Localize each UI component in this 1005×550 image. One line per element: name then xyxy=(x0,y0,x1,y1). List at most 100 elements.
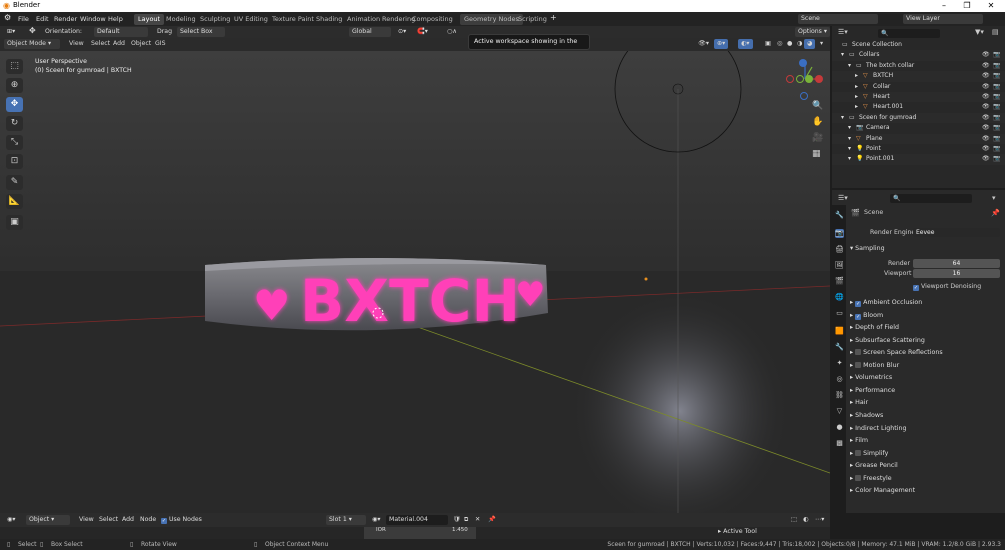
zoom-icon[interactable]: 🔍 xyxy=(812,101,823,111)
shader-add-menu[interactable]: Add xyxy=(119,515,137,525)
section-bloom[interactable]: ▸ ✓ Bloom xyxy=(850,310,1003,322)
section-simplify[interactable]: ▸ Simplify xyxy=(850,448,1003,460)
cursor-tool-icon[interactable]: ⊕ xyxy=(6,78,23,93)
visibility-eye-icon[interactable]: 👁 xyxy=(982,154,990,164)
select-tool-icon[interactable]: ⬚ xyxy=(6,59,23,74)
outliner-row-heart-001[interactable]: ▸ ▽ Heart.001 👁 📷 xyxy=(832,102,1005,112)
rotate-tool-icon[interactable]: ↻ xyxy=(6,116,23,131)
measure-tool-icon[interactable]: 📐 xyxy=(6,194,23,209)
render-toggle-icon[interactable]: 📷 xyxy=(993,144,1000,154)
material-tab-icon[interactable]: ● xyxy=(835,423,844,432)
output-tab-icon[interactable]: 🖨 xyxy=(835,245,844,254)
visibility-eye-icon[interactable]: 👁 xyxy=(982,71,990,81)
maximize-button[interactable]: ❐ xyxy=(956,0,978,12)
filter-icon[interactable]: ▼▾ xyxy=(975,28,984,36)
outliner-row-point-001[interactable]: ▾ 💡 Point.001 👁 📷 xyxy=(832,154,1005,165)
workspace-tab-uv-editing[interactable]: UV Editing xyxy=(230,14,272,25)
section-screen-space-reflections[interactable]: ▸ Screen Space Reflections xyxy=(850,347,1003,359)
render-toggle-icon[interactable]: 📷 xyxy=(993,154,1000,164)
section-depth-of-field[interactable]: ▸ Depth of Field xyxy=(850,322,1003,334)
section-checkbox[interactable] xyxy=(855,449,862,456)
overlay-nodes-icon[interactable]: ◐ xyxy=(800,515,811,525)
gizmo-toggle-icon[interactable]: ⊕▾ xyxy=(714,39,729,49)
pivot-icon[interactable]: ⊙▾ xyxy=(395,27,409,37)
visibility-eye-icon[interactable]: 👁 xyxy=(982,61,990,71)
world-tab-icon[interactable]: 🌐 xyxy=(835,293,844,302)
section-hair[interactable]: ▸ Hair xyxy=(850,397,1003,409)
material-name-field[interactable]: Material.004 xyxy=(386,515,448,525)
section-grease-pencil[interactable]: ▸ Grease Pencil xyxy=(850,460,1003,472)
menu-edit[interactable]: Edit xyxy=(36,15,49,23)
proportional-edit-icon[interactable]: ○∧ xyxy=(444,27,460,37)
render-toggle-icon[interactable]: 📷 xyxy=(993,50,1000,60)
render-toggle-icon[interactable]: 📷 xyxy=(993,82,1000,92)
modifier-tab-icon[interactable]: 🔧 xyxy=(835,343,844,352)
slot-dropdown[interactable]: Slot 1 ▾ xyxy=(326,515,366,525)
expand-toggle-icon[interactable]: ▸ xyxy=(855,71,858,81)
shader-select-menu[interactable]: Select xyxy=(96,515,121,525)
minimize-button[interactable]: – xyxy=(933,0,955,12)
visibility-eye-icon[interactable]: 👁 xyxy=(982,134,990,144)
node-editor-area[interactable]: IOR 1.450 ▸ Active Tool xyxy=(0,527,830,539)
workspace-tab-layout[interactable]: Layout xyxy=(134,14,165,25)
principled-node[interactable]: IOR 1.450 xyxy=(364,527,476,539)
nav-gizmo-y-ball[interactable] xyxy=(805,75,813,83)
outliner-row-heart[interactable]: ▸ ▽ Heart 👁 📷 xyxy=(832,92,1005,103)
visibility-eye-icon[interactable]: 👁 xyxy=(982,102,990,112)
visibility-eye-icon[interactable]: 👁 xyxy=(982,144,990,154)
section-shadows[interactable]: ▸ Shadows xyxy=(850,410,1003,422)
camera-view-icon[interactable]: 🎥 xyxy=(812,133,823,143)
section-freestyle[interactable]: ▸ Freestyle xyxy=(850,473,1003,485)
3d-viewport[interactable]: ♥ BXTCH ♥ User Perspective (0) Sceen for… xyxy=(0,51,830,513)
drag-dropdown[interactable]: Select Box xyxy=(177,27,225,37)
orientation-dropdown[interactable]: Default xyxy=(94,27,148,37)
close-button[interactable]: ✕ xyxy=(980,0,1002,12)
properties-options-icon[interactable]: ▾ xyxy=(992,194,996,202)
section-volumetrics[interactable]: ▸ Volumetrics xyxy=(850,372,1003,384)
physics-tab-icon[interactable]: ◎ xyxy=(835,375,844,384)
visibility-eye-icon[interactable]: 👁 xyxy=(982,82,990,92)
viewport-samples-field[interactable]: 16 xyxy=(913,269,1000,278)
section-checkbox[interactable] xyxy=(855,474,862,481)
shader-type-dropdown[interactable]: Object ▾ xyxy=(26,515,70,525)
texture-tab-icon[interactable]: ▩ xyxy=(835,439,844,448)
rendered-shading-icon[interactable]: ◕ xyxy=(804,39,816,49)
outliner-row-point[interactable]: ▾ 💡 Point 👁 📷 xyxy=(832,144,1005,154)
add-cube-tool-icon[interactable]: ▣ xyxy=(6,215,23,230)
shader-node-menu[interactable]: Node xyxy=(137,515,159,525)
tool-tab-icon[interactable]: 🔧 xyxy=(835,211,844,220)
render-toggle-icon[interactable]: 📷 xyxy=(993,123,1000,133)
render-toggle-icon[interactable]: 📷 xyxy=(993,92,1000,102)
outliner-row-camera[interactable]: ▾ 📷 Camera 👁 📷 xyxy=(832,123,1005,133)
sampling-section-header[interactable]: ▾ Sampling xyxy=(850,243,1003,255)
viewport-gis-menu[interactable]: GIS xyxy=(152,39,169,49)
transform-orientation-dropdown[interactable]: Global xyxy=(349,27,391,37)
annotate-tool-icon[interactable]: ✎ xyxy=(6,175,23,190)
expand-toggle-icon[interactable]: ▾ xyxy=(841,113,844,123)
shader-options-icon[interactable]: ⋯▾ xyxy=(812,515,827,525)
view-layer-selector[interactable]: View Layer xyxy=(903,14,983,24)
shader-pin-icon[interactable]: 📌 xyxy=(485,515,499,525)
grid-view-icon[interactable]: ▦ xyxy=(812,149,821,159)
render-toggle-icon[interactable]: 📷 xyxy=(993,134,1000,144)
section-film[interactable]: ▸ Film xyxy=(850,435,1003,447)
outliner-row-sceen-for-gumroad[interactable]: ▾ ▭ Sceen for gumroad 👁 📷 xyxy=(832,112,1005,124)
workspace-tab-compositing[interactable]: Compositing xyxy=(408,14,457,25)
constraints-tab-icon[interactable]: ⛓ xyxy=(835,391,844,400)
shader-editor-type-icon[interactable]: ◉▾ xyxy=(4,515,19,525)
expand-toggle-icon[interactable]: ▾ xyxy=(841,50,844,60)
shader-view-menu[interactable]: View xyxy=(76,515,97,525)
viewport-add-menu[interactable]: Add xyxy=(110,39,128,49)
outliner-editor-type-icon[interactable]: ☰▾ xyxy=(838,28,848,36)
particles-tab-icon[interactable]: ✦ xyxy=(835,359,844,368)
section-checkbox[interactable] xyxy=(855,361,862,368)
render-samples-field[interactable]: 64 xyxy=(913,259,1000,268)
render-toggle-icon[interactable]: 📷 xyxy=(993,61,1000,71)
outliner-row-plane[interactable]: ▾ ▽ Plane 👁 📷 xyxy=(832,133,1005,144)
workspace-tab-modeling[interactable]: Modeling xyxy=(162,14,200,25)
view-layer-tab-icon[interactable]: 🖼 xyxy=(835,261,844,270)
section-subsurface-scattering[interactable]: ▸ Subsurface Scattering xyxy=(850,335,1003,347)
section-indirect-lighting[interactable]: ▸ Indirect Lighting xyxy=(850,423,1003,435)
section-checkbox[interactable] xyxy=(855,349,862,356)
section-performance[interactable]: ▸ Performance xyxy=(850,385,1003,397)
